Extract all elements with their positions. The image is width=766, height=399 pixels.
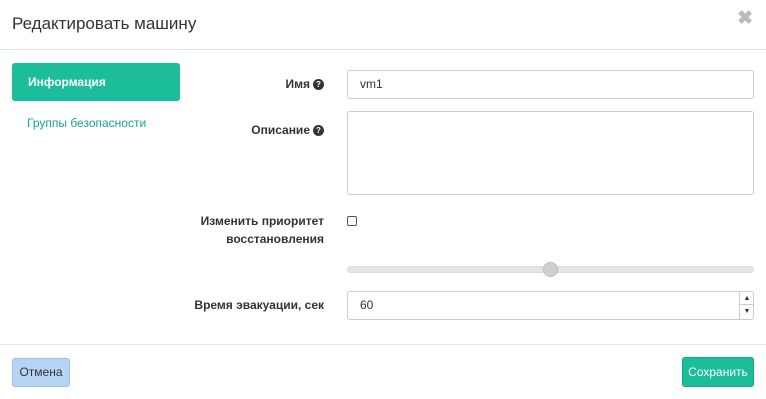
dialog-title: Редактировать машину [12, 14, 197, 33]
dialog-header: Редактировать машину ✖ [0, 0, 766, 50]
priority-slider-thumb[interactable] [543, 262, 558, 277]
evacuation-time-input[interactable]: 60 [347, 291, 754, 320]
name-input[interactable]: vm1 [347, 70, 754, 99]
footer-divider [0, 344, 766, 345]
tab-information[interactable]: Информация [12, 63, 180, 101]
priority-checkbox[interactable] [347, 216, 357, 226]
edit-vm-dialog: Редактировать машину ✖ Информация Группы… [0, 0, 766, 399]
tab-security-groups[interactable]: Группы безопасности [27, 116, 146, 130]
evacuation-label: Время эвакуации, сек [194, 298, 324, 312]
evacuation-stepper: ▲ ▼ [739, 292, 754, 319]
cancel-button[interactable]: Отмена [12, 358, 70, 387]
priority-label: Изменить приоритет восстановления [200, 214, 324, 246]
close-icon[interactable]: ✖ [737, 9, 753, 28]
question-circle-icon: ? [313, 125, 324, 136]
save-button[interactable]: Сохранить [682, 357, 754, 387]
question-circle-icon: ? [313, 79, 324, 90]
name-label: Имя? [250, 75, 324, 93]
description-label: Описание? [230, 121, 324, 139]
description-textarea[interactable] [347, 111, 754, 195]
spin-up-icon[interactable]: ▲ [740, 292, 754, 305]
spin-down-icon[interactable]: ▼ [740, 305, 754, 318]
